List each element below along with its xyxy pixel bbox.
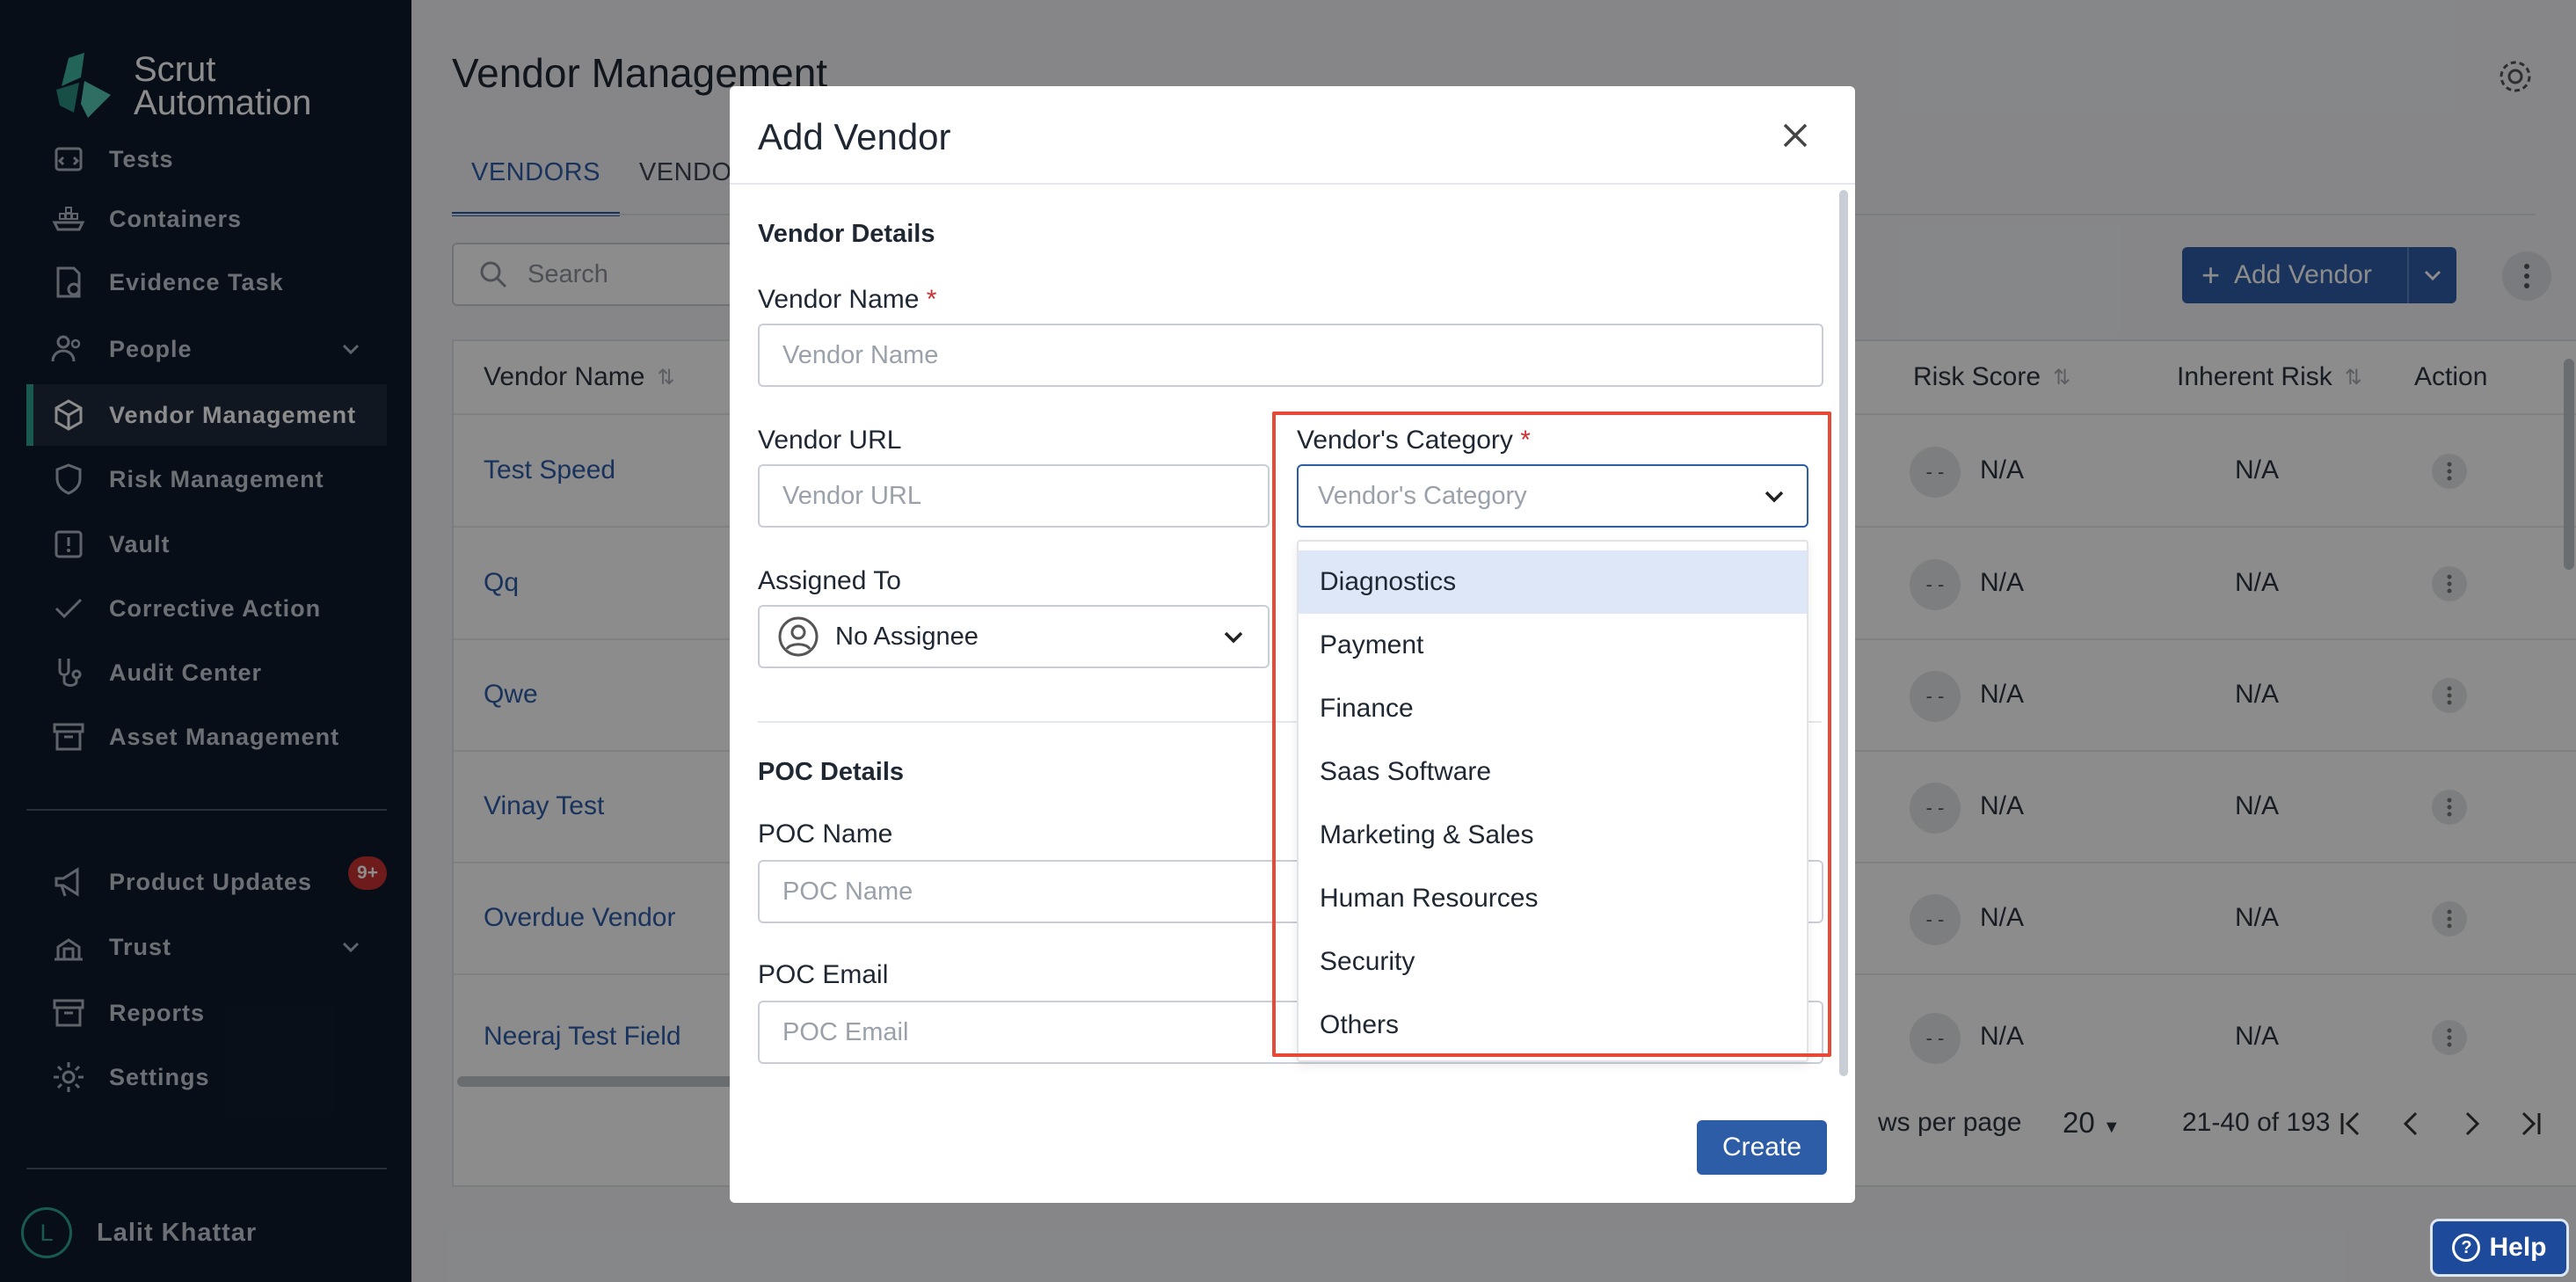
modal-scrollbar[interactable] [1839,190,1848,1076]
vendor-name-label: Vendor Name * [758,285,936,315]
modal-header: Add Vendor [730,86,1855,185]
help-icon: ? [2452,1234,2481,1262]
close-icon[interactable] [1776,116,1815,155]
section-poc-details: POC Details [758,758,904,786]
label-text: Vendor Name [758,285,920,314]
vendor-url-input[interactable]: Vendor URL [758,464,1270,528]
assignee-value: No Assignee [835,622,979,651]
user-avatar-icon [778,616,819,657]
annotation-highlight-box [1272,412,1831,1057]
section-vendor-details: Vendor Details [758,220,935,248]
poc-name-label: POC Name [758,819,893,849]
help-button[interactable]: ? Help [2430,1219,2569,1277]
vendor-name-input[interactable]: Vendor Name [758,324,1823,387]
help-label: Help [2489,1233,2547,1262]
assigned-to-label: Assigned To [758,566,901,595]
required-mark: * [926,285,937,314]
vendor-url-label: Vendor URL [758,426,902,455]
poc-email-label: POC Email [758,960,889,989]
assigned-to-select[interactable]: No Assignee [758,605,1270,668]
create-button[interactable]: Create [1697,1120,1827,1175]
modal-title: Add Vendor [758,116,951,157]
chevron-down-icon [1224,631,1243,644]
add-vendor-modal: Add Vendor Vendor Details Vendor Name * … [730,86,1855,1203]
